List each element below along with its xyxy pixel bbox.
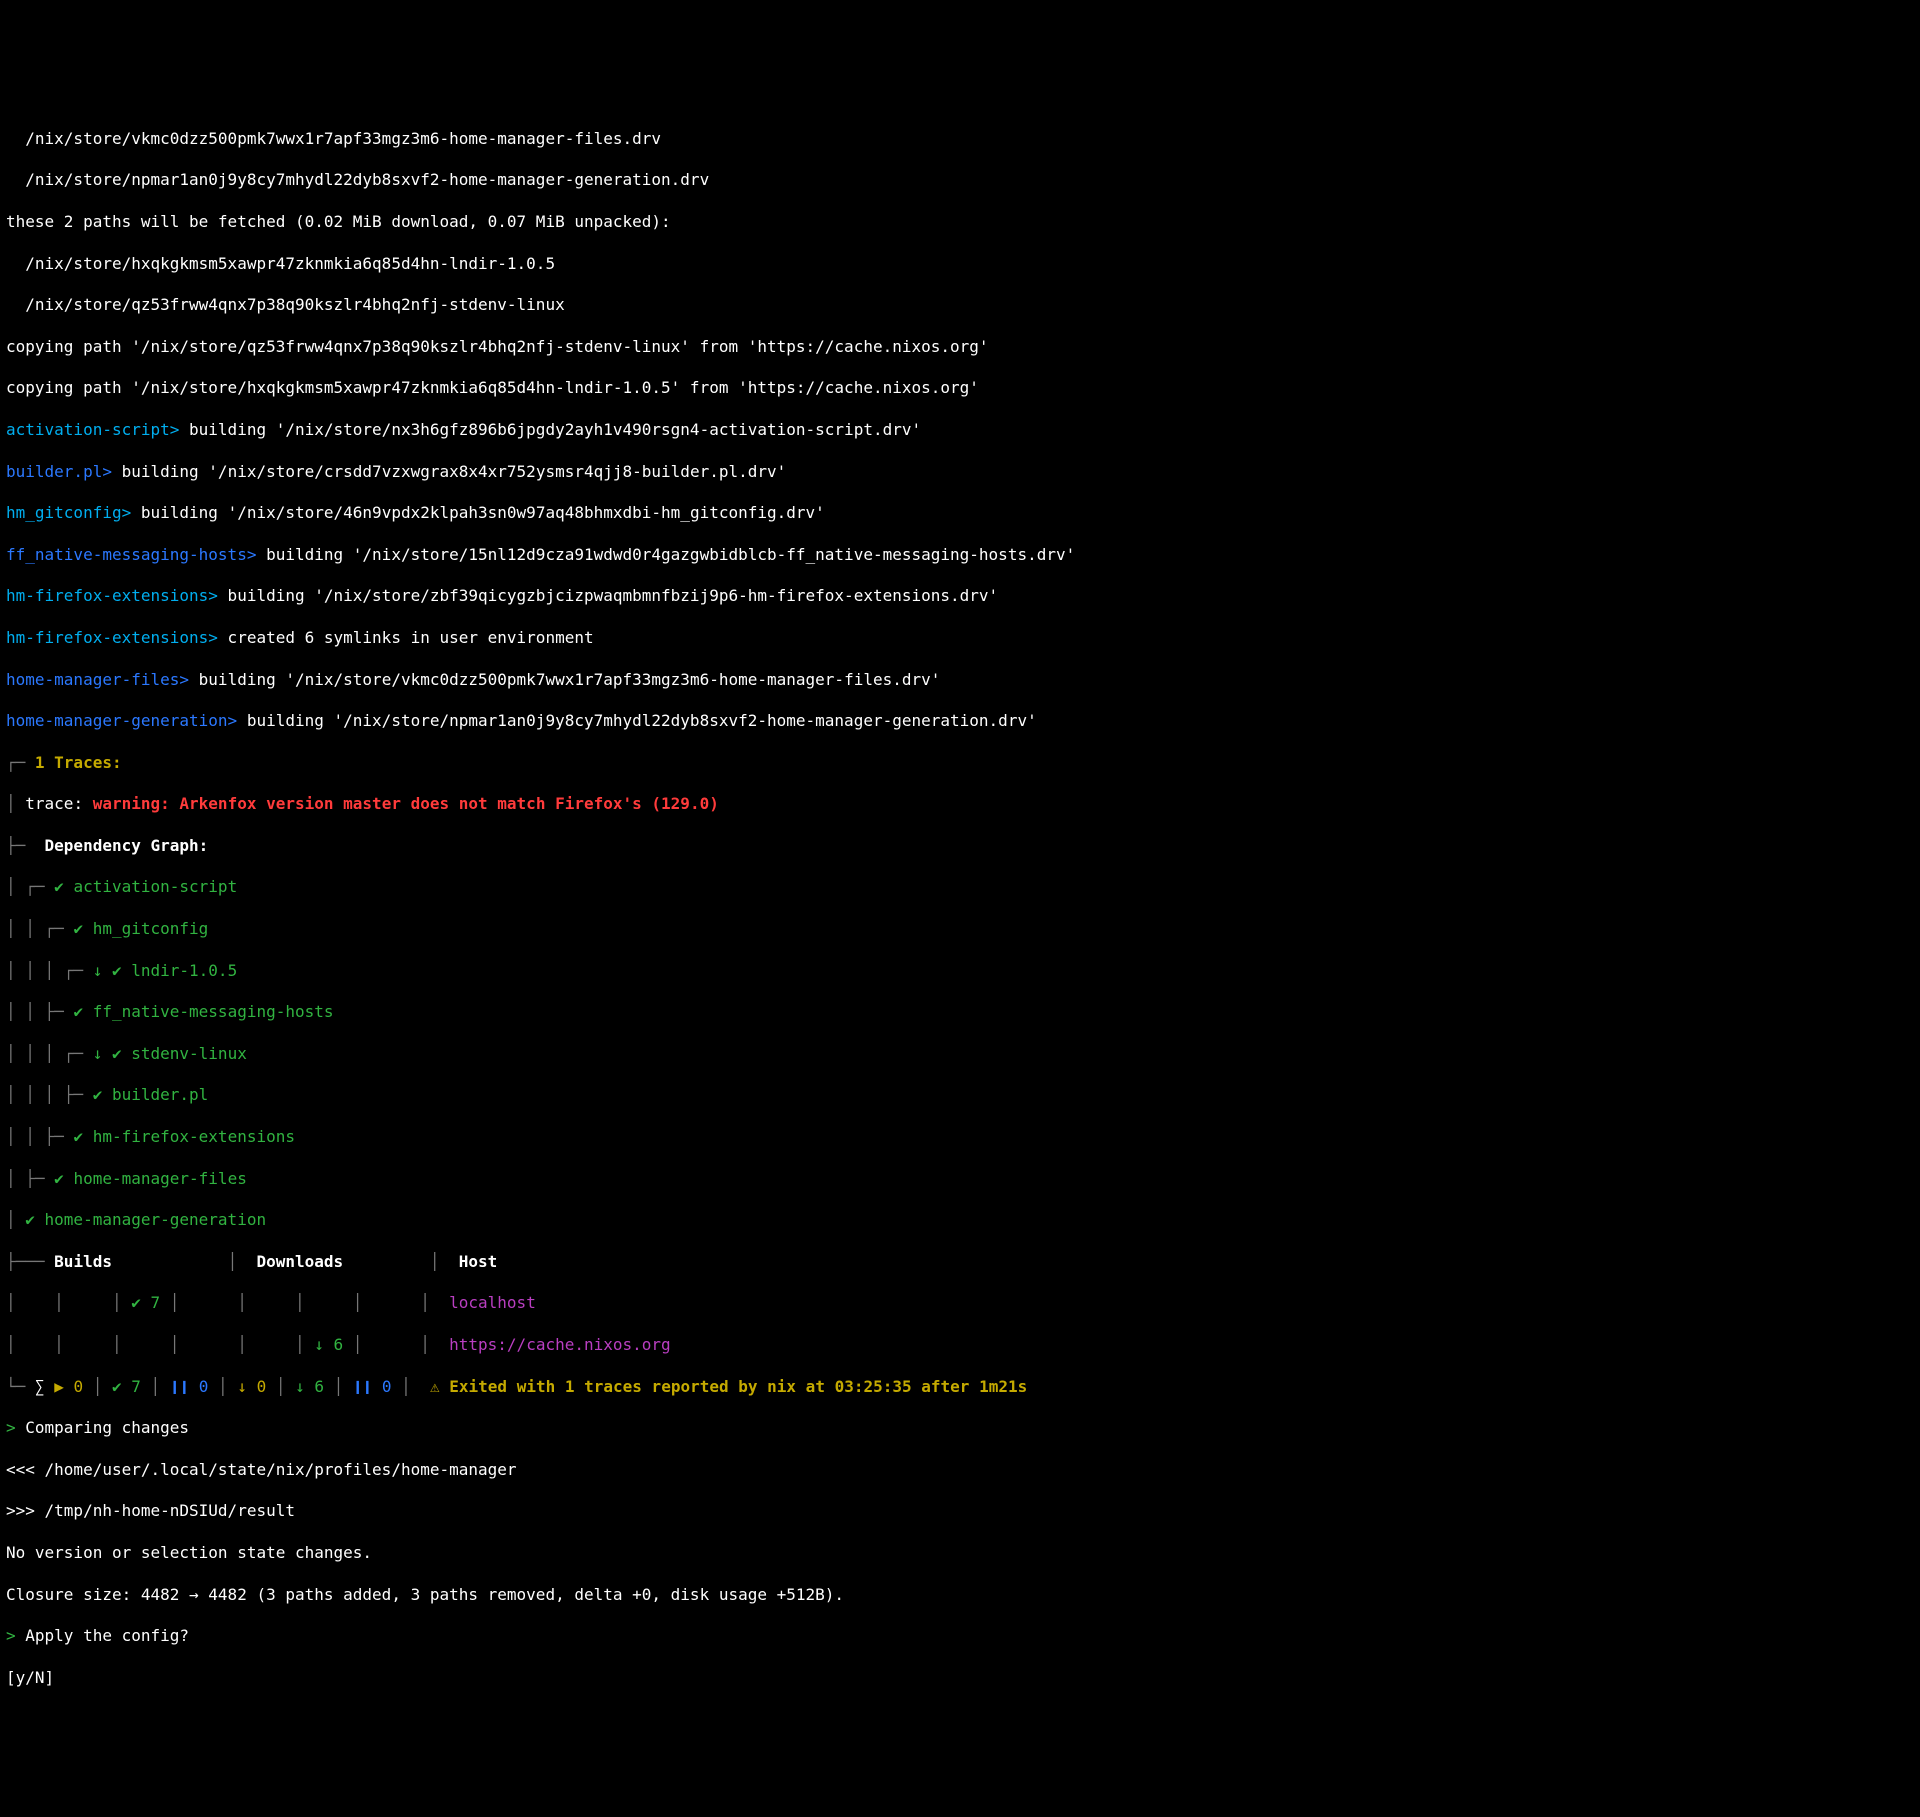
download-icon: ↓	[93, 1044, 112, 1063]
build-msg: building '/nix/store/46n9vpdx2klpah3sn0w…	[131, 503, 825, 522]
build-line: builder.pl> building '/nix/store/crsdd7v…	[6, 462, 1914, 483]
copy-line: copying path '/nix/store/qz53frww4qnx7p3…	[6, 337, 1914, 358]
check-icon: ✔	[73, 1127, 92, 1146]
dep-row: │ ┌─ ✔ activation-script	[6, 877, 1914, 898]
check-icon: ✔	[54, 1169, 73, 1188]
sigma-icon: ∑	[35, 1377, 45, 1396]
build-msg: building '/nix/store/nx3h6gfz896b6jpgdy2…	[179, 420, 921, 439]
check-icon: ✔	[131, 1293, 150, 1312]
dep-row: │ │ ┌─ ✔ hm_gitconfig	[6, 919, 1914, 940]
build-tag: hm-firefox-extensions>	[6, 586, 218, 605]
pause-icon: ❙❙	[170, 1377, 189, 1396]
dep-row: │ │ │ ┌─ ↓ ✔ lndir-1.0.5	[6, 961, 1914, 982]
trace-line: │ trace: warning: Arkenfox version maste…	[6, 794, 1914, 815]
dep-row: │ │ │ ├─ ✔ builder.pl	[6, 1085, 1914, 1106]
yn-prompt[interactable]: [y/N]	[6, 1668, 1914, 1689]
build-line: ff_native-messaging-hosts> building '/ni…	[6, 545, 1914, 566]
diff-new: >>> /tmp/nh-home-nDSIUd/result	[6, 1501, 1914, 1522]
store-path: /nix/store/qz53frww4qnx7p38q90kszlr4bhq2…	[6, 295, 1914, 316]
build-line: activation-script> building '/nix/store/…	[6, 420, 1914, 441]
fetch-header: these 2 paths will be fetched (0.02 MiB …	[6, 212, 1914, 233]
closure-size: Closure size: 4482 → 4482 (3 paths added…	[6, 1585, 1914, 1606]
build-line: hm_gitconfig> building '/nix/store/46n9v…	[6, 503, 1914, 524]
trace-warning: warning: Arkenfox version master does no…	[93, 794, 719, 813]
terminal-output: /nix/store/vkmc0dzz500pmk7wwx1r7apf33mgz…	[0, 104, 1920, 1713]
build-msg: building '/nix/store/15nl12d9cza91wdwd0r…	[256, 545, 1075, 564]
build-line: home-manager-files> building '/nix/store…	[6, 670, 1914, 691]
check-icon: ✔	[25, 1210, 44, 1229]
summary-header: ├─── Builds │ Downloads │ Host	[6, 1252, 1914, 1273]
host-local: localhost	[449, 1293, 536, 1312]
dep-row: │ │ │ ┌─ ↓ ✔ stdenv-linux	[6, 1044, 1914, 1065]
build-msg: building '/nix/store/crsdd7vzxwgrax8x4xr…	[112, 462, 786, 481]
check-icon: ✔	[112, 1044, 131, 1063]
summary-row: │ │ │ │ │ │ ↓ 6 │ │ https://cache.nixos.…	[6, 1335, 1914, 1356]
download-icon: ↓	[295, 1377, 314, 1396]
build-msg: building '/nix/store/vkmc0dzz500pmk7wwx1…	[189, 670, 940, 689]
build-tag: activation-script>	[6, 420, 179, 439]
diff-old: <<< /home/user/.local/state/nix/profiles…	[6, 1460, 1914, 1481]
trace-prefix: trace:	[16, 794, 93, 813]
check-icon: ✔	[112, 1377, 131, 1396]
check-icon: ✔	[73, 919, 92, 938]
build-tag: home-manager-files>	[6, 670, 189, 689]
build-tag: hm-firefox-extensions>	[6, 628, 218, 647]
dep-row: │ │ ├─ ✔ hm-firefox-extensions	[6, 1127, 1914, 1148]
build-msg: created 6 symlinks in user environment	[218, 628, 594, 647]
store-path: /nix/store/hxqkgkmsm5xawpr47zknmkia6q85d…	[6, 254, 1914, 275]
build-line: hm-firefox-extensions> building '/nix/st…	[6, 586, 1914, 607]
check-icon: ✔	[93, 1085, 112, 1104]
copy-line: copying path '/nix/store/hxqkgkmsm5xawpr…	[6, 378, 1914, 399]
dep-row: │ ├─ ✔ home-manager-files	[6, 1169, 1914, 1190]
build-line: hm-firefox-extensions> created 6 symlink…	[6, 628, 1914, 649]
comparing-line: > Comparing changes	[6, 1418, 1914, 1439]
pause-icon: ❙❙	[353, 1377, 372, 1396]
dep-row: │ ✔ home-manager-generation	[6, 1210, 1914, 1231]
build-tag: home-manager-generation>	[6, 711, 237, 730]
host-cache: https://cache.nixos.org	[449, 1335, 671, 1354]
exit-status: ⚠ Exited with 1 traces reported by nix a…	[430, 1377, 1027, 1396]
drv-path: /nix/store/vkmc0dzz500pmk7wwx1r7apf33mgz…	[6, 129, 1914, 150]
check-icon: ✔	[73, 1002, 92, 1021]
check-icon: ✔	[54, 877, 73, 896]
depgraph-header: ├─ Dependency Graph:	[6, 836, 1914, 857]
download-icon: ↓	[93, 961, 112, 980]
apply-prompt-line: > Apply the config?	[6, 1626, 1914, 1647]
build-tag: builder.pl>	[6, 462, 112, 481]
build-tag: ff_native-messaging-hosts>	[6, 545, 256, 564]
build-line: home-manager-generation> building '/nix/…	[6, 711, 1914, 732]
play-icon: ▶	[54, 1377, 64, 1396]
build-msg: building '/nix/store/npmar1an0j9y8cy7mhy…	[237, 711, 1037, 730]
drv-path: /nix/store/npmar1an0j9y8cy7mhydl22dyb8sx…	[6, 170, 1914, 191]
build-tag: hm_gitconfig>	[6, 503, 131, 522]
dep-row: │ │ ├─ ✔ ff_native-messaging-hosts	[6, 1002, 1914, 1023]
build-msg: building '/nix/store/zbf39qicygzbjcizpwa…	[218, 586, 998, 605]
download-icon: ↓	[237, 1377, 247, 1396]
download-icon: ↓	[314, 1335, 333, 1354]
no-changes: No version or selection state changes.	[6, 1543, 1914, 1564]
summary-totals: └─ ∑ ▶ 0 │ ✔ 7 │ ❙❙ 0 │ ↓ 0 │ ↓ 6 │ ❙❙ 0…	[6, 1377, 1914, 1398]
check-icon: ✔	[112, 961, 131, 980]
traces-header: ┌─ 1 Traces:	[6, 753, 1914, 774]
summary-row: │ │ │ ✔ 7 │ │ │ │ │ localhost	[6, 1293, 1914, 1314]
